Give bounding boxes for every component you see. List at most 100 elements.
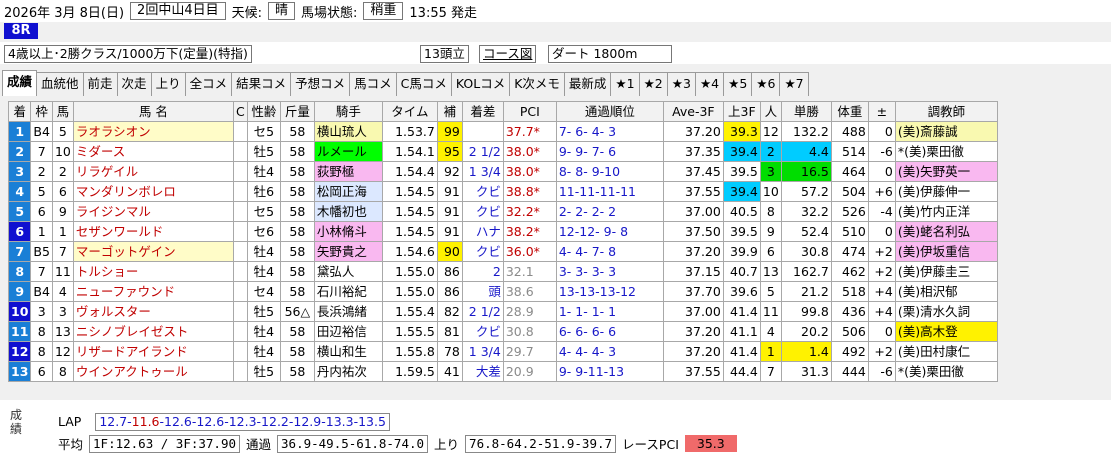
- tab-2[interactable]: 前走: [82, 72, 118, 96]
- cell-diff: +4: [867, 301, 896, 322]
- cell-jockey: 松岡正海: [313, 181, 383, 202]
- column-header[interactable]: 斤量: [279, 101, 315, 122]
- cell-bw: 492: [830, 341, 869, 362]
- tab-19[interactable]: ★7: [779, 72, 809, 96]
- column-header[interactable]: 騎手: [313, 101, 383, 122]
- column-header[interactable]: 馬 名: [72, 101, 234, 122]
- table-row[interactable]: 1 B4 5 ラオラシオン セ5 58 横山琉人 1.53.7 99 37.7* 7- 6- 4- …: [7, 121, 998, 142]
- tab-15[interactable]: ★3: [666, 72, 696, 96]
- cell-sex: 牡4: [246, 261, 281, 282]
- cell-ave: 37.55: [662, 361, 724, 382]
- cell-diff: +2: [867, 341, 896, 362]
- cell-num: 4: [51, 281, 74, 302]
- cell-jockey: 長浜鴻緒: [313, 301, 383, 322]
- cell-bw: 506: [830, 321, 869, 342]
- cell-last: 39.4: [722, 141, 761, 162]
- cell-odds: 99.8: [780, 301, 832, 322]
- tab-14[interactable]: ★2: [638, 72, 668, 96]
- table-row[interactable]: 3 2 2 リラゲイル 牡4 58 荻野極 1.54.4 92 1 3/4 38.0* 8- 8- 9…: [7, 161, 998, 182]
- race-number-badge: 8R: [4, 23, 38, 39]
- course-map-link[interactable]: コース図: [479, 45, 537, 63]
- cell-num: 9: [51, 201, 74, 222]
- tab-5[interactable]: 全コメ: [184, 72, 233, 96]
- tab-7[interactable]: 予想コメ: [290, 72, 351, 96]
- tab-10[interactable]: KOLコメ: [450, 72, 511, 96]
- table-row[interactable]: 4 5 6 マンダリンボレロ 牡6 58 松岡正海 1.54.5 91 クビ 38.8* 11-11-…: [7, 181, 998, 202]
- column-header[interactable]: 体重: [830, 101, 869, 122]
- tab-9[interactable]: C馬コメ: [395, 72, 452, 96]
- column-header[interactable]: 人: [759, 101, 782, 122]
- cell-num: 3: [51, 301, 74, 322]
- tab-12[interactable]: 最新成: [563, 72, 612, 96]
- pass-label: 通過: [246, 437, 272, 452]
- cell-ave: 37.20: [662, 241, 724, 262]
- cell-trainer: (美)矢野英一: [894, 161, 998, 182]
- tab-0[interactable]: 成績: [2, 70, 38, 96]
- column-header[interactable]: 着: [7, 101, 32, 122]
- cell-time: 1.55.0: [381, 281, 438, 302]
- cell-pci: 38.0*: [502, 141, 557, 162]
- cell-bw: 504: [830, 181, 869, 202]
- column-header[interactable]: 着差: [461, 101, 504, 122]
- column-header[interactable]: 通過順位: [555, 101, 664, 122]
- cell-c: [232, 241, 248, 262]
- cell-pass: 8- 8- 9-10: [555, 161, 664, 182]
- table-row[interactable]: 10 3 3 ヴォルスター 牡5 56△ 長浜鴻緒 1.55.4 82 2 1/2 28.9 1- 1…: [7, 301, 998, 322]
- cell-last: 40.7: [722, 261, 761, 282]
- column-header[interactable]: 単勝: [780, 101, 832, 122]
- table-row[interactable]: 2 7 10 ミダース 牡5 58 ルメール 1.54.1 95 2 1/2 38.0* 9- 9- …: [7, 141, 998, 162]
- race-date: 2026年 3月 8日(日): [4, 5, 125, 21]
- tab-6[interactable]: 結果コメ: [231, 72, 292, 96]
- column-header[interactable]: 枠: [30, 101, 53, 122]
- column-header[interactable]: 調教師: [894, 101, 998, 122]
- cell-frame: B4: [30, 121, 53, 142]
- cell-finish: 13: [7, 361, 32, 382]
- cell-weight: 58: [279, 321, 315, 342]
- cell-odds: 21.2: [780, 281, 832, 302]
- table-row[interactable]: 13 6 8 ウインアクトゥール 牡5 58 丹内祐次 1.59.5 41 大差 20.9 9- 9-…: [7, 361, 998, 382]
- cell-diff: +4: [867, 281, 896, 302]
- column-header[interactable]: 上3F: [722, 101, 761, 122]
- table-row[interactable]: 8 7 11 トルショー 牡4 58 黛弘人 1.55.0 86 2 32.1 3- 3- 3- 33…: [7, 261, 998, 282]
- cell-bw: 518: [830, 281, 869, 302]
- tab-18[interactable]: ★6: [751, 72, 781, 96]
- table-row[interactable]: 5 6 9 ライジンマル セ5 58 木幡初也 1.54.5 91 クビ 32.2* 2- 2- 2-…: [7, 201, 998, 222]
- column-header[interactable]: 馬: [51, 101, 74, 122]
- cell-time: 1.55.8: [381, 341, 438, 362]
- cell-frame: 8: [30, 341, 53, 362]
- column-header[interactable]: C: [232, 101, 248, 122]
- cell-pass: 11-11-11-11: [555, 181, 664, 202]
- weather-box: 晴: [267, 2, 295, 20]
- cell-weight: 58: [279, 361, 315, 382]
- cell-ave: 37.20: [662, 341, 724, 362]
- table-row[interactable]: 12 8 12 リザードアイランド 牡4 58 横山和生 1.55.8 78 1 3/4 29.7 4…: [7, 341, 998, 362]
- cell-pci: 32.2*: [502, 201, 557, 222]
- column-header[interactable]: 補: [436, 101, 463, 122]
- column-header[interactable]: PCI: [502, 101, 557, 122]
- column-header[interactable]: 性齢: [246, 101, 281, 122]
- tab-13[interactable]: ★1: [610, 72, 640, 96]
- tab-4[interactable]: 上り: [150, 72, 186, 96]
- tab-1[interactable]: 血統他: [36, 72, 84, 96]
- cell-adj: 41: [436, 361, 463, 382]
- cell-frame: B5: [30, 241, 53, 262]
- cell-frame: B4: [30, 281, 53, 302]
- cell-pass: 1- 1- 1- 1: [555, 301, 664, 322]
- cell-margin: 2: [461, 261, 504, 282]
- column-header[interactable]: ±: [867, 101, 896, 122]
- cell-jockey: 丹内祐次: [313, 361, 383, 382]
- tab-11[interactable]: K次メモ: [509, 72, 565, 96]
- table-row[interactable]: 9 B4 4 ニューファウンド セ4 58 石川裕紀 1.55.0 86 頭 38.6 13-13-1…: [7, 281, 998, 302]
- column-header[interactable]: タイム: [381, 101, 438, 122]
- tab-3[interactable]: 次走: [116, 72, 152, 96]
- tab-16[interactable]: ★4: [694, 72, 725, 96]
- table-row[interactable]: 11 8 13 ニシノブレイゼスト 牡4 58 田辺裕信 1.55.5 81 クビ 30.8 6- 6…: [7, 321, 998, 342]
- table-row[interactable]: 6 1 1 セザンワールド セ6 58 小林脩斗 1.54.5 91 ハナ 38.2* 12-12- …: [7, 221, 998, 242]
- tab-8[interactable]: 馬コメ: [349, 72, 397, 96]
- cell-trainer: (美)伊藤圭三: [894, 261, 998, 282]
- cell-trainer: *(美)栗田徹: [894, 361, 998, 382]
- column-header[interactable]: Ave-3F: [662, 101, 724, 122]
- cell-last: 39.5: [722, 221, 761, 242]
- tab-17[interactable]: ★5: [723, 72, 753, 96]
- table-row[interactable]: 7 B5 7 マーゴットゲイン 牡4 58 矢野貴之 1.54.6 90 クビ 36.0* 4- 4-…: [7, 241, 998, 262]
